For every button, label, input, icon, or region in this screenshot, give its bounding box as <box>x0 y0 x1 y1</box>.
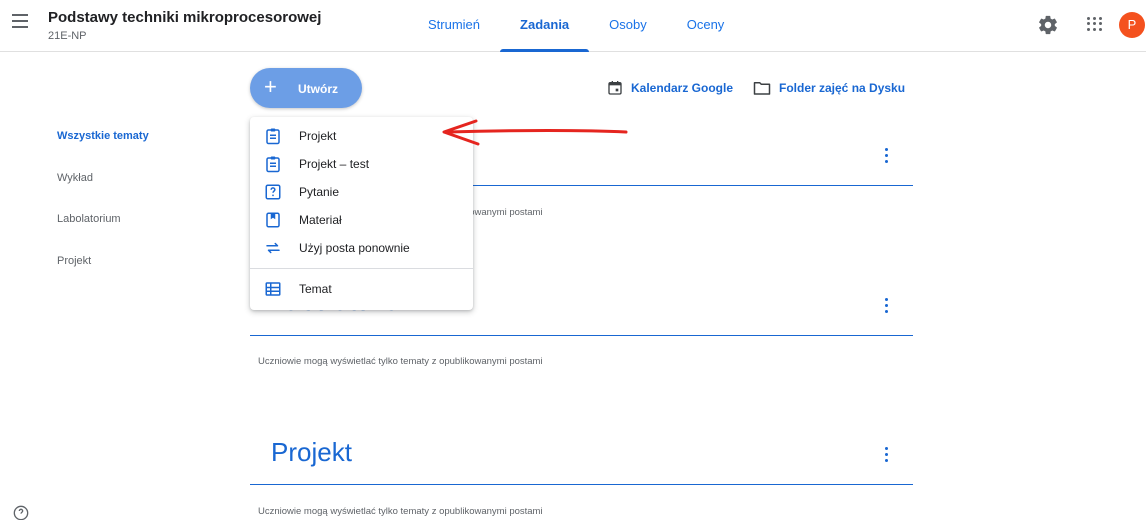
avatar[interactable]: P <box>1119 12 1145 38</box>
menu-item-topic[interactable]: Temat <box>250 275 473 303</box>
apps-icon[interactable] <box>1085 15 1103 33</box>
gear-icon[interactable] <box>1037 14 1059 36</box>
menu-item-label: Projekt <box>299 129 337 143</box>
class-drive-folder-link[interactable]: Folder zajęć na Dysku <box>753 80 905 96</box>
topic-divider <box>250 484 913 485</box>
create-button[interactable]: + Utwórz <box>250 68 362 108</box>
course-title[interactable]: Podstawy techniki mikroprocesorowej <box>48 9 321 26</box>
menu-item-question[interactable]: Pytanie <box>250 178 473 206</box>
google-calendar-link[interactable]: Kalendarz Google <box>607 80 733 96</box>
assignment-icon <box>266 128 280 145</box>
topic-title: Projekt <box>271 437 352 467</box>
tab-grades[interactable]: Oceny <box>667 0 745 52</box>
topic-icon <box>265 282 281 296</box>
question-icon <box>265 184 281 200</box>
topic-more-icon[interactable] <box>880 148 892 166</box>
menu-icon[interactable] <box>12 14 32 30</box>
topic-more-icon[interactable] <box>880 298 892 316</box>
class-tabs: Strumień Zadania Osoby Oceny <box>408 0 744 52</box>
top-app-bar: Podstawy techniki mikroprocesorowej 21E-… <box>0 0 1146 52</box>
tab-classwork[interactable]: Zadania <box>500 0 590 52</box>
menu-divider <box>250 268 473 269</box>
menu-item-reuse-post[interactable]: Użyj posta ponownie <box>250 234 473 262</box>
help-icon[interactable] <box>13 505 29 520</box>
annotation-arrow-icon <box>442 119 628 146</box>
topic-more-icon[interactable] <box>880 447 892 465</box>
course-code: 21E-NP <box>48 30 87 42</box>
menu-item-label: Pytanie <box>299 185 340 199</box>
tab-people[interactable]: Osoby <box>589 0 667 52</box>
google-calendar-label: Kalendarz Google <box>631 81 734 95</box>
menu-item-label: Projekt – test <box>299 157 370 171</box>
material-icon <box>266 212 280 228</box>
reuse-icon <box>266 242 280 254</box>
topic-note: Uczniowie mogą wyświetlać tylko tematy z… <box>258 356 543 367</box>
calendar-icon <box>608 81 622 95</box>
menu-item-label: Temat <box>299 282 332 296</box>
topic-divider <box>250 335 913 336</box>
assignment-icon <box>266 156 280 173</box>
folder-icon <box>753 82 771 95</box>
menu-item-quiz-assignment[interactable]: Projekt – test <box>250 150 473 178</box>
sidebar-item-project[interactable]: Projekt <box>57 255 91 267</box>
menu-item-label: Użyj posta ponownie <box>299 241 410 255</box>
topic-note: Uczniowie mogą wyświetlać tylko tematy z… <box>258 506 543 517</box>
tab-stream[interactable]: Strumień <box>408 0 500 52</box>
sidebar-item-laboratory[interactable]: Labolatorium <box>57 213 121 225</box>
sidebar-item-lecture[interactable]: Wykład <box>57 172 93 184</box>
create-button-label: Utwórz <box>298 82 338 96</box>
menu-item-label: Materiał <box>299 213 342 227</box>
menu-item-material[interactable]: Materiał <box>250 206 473 234</box>
plus-icon: + <box>264 74 277 99</box>
class-drive-folder-label: Folder zajęć na Dysku <box>779 81 906 95</box>
sidebar-item-all-topics[interactable]: Wszystkie tematy <box>57 130 149 142</box>
